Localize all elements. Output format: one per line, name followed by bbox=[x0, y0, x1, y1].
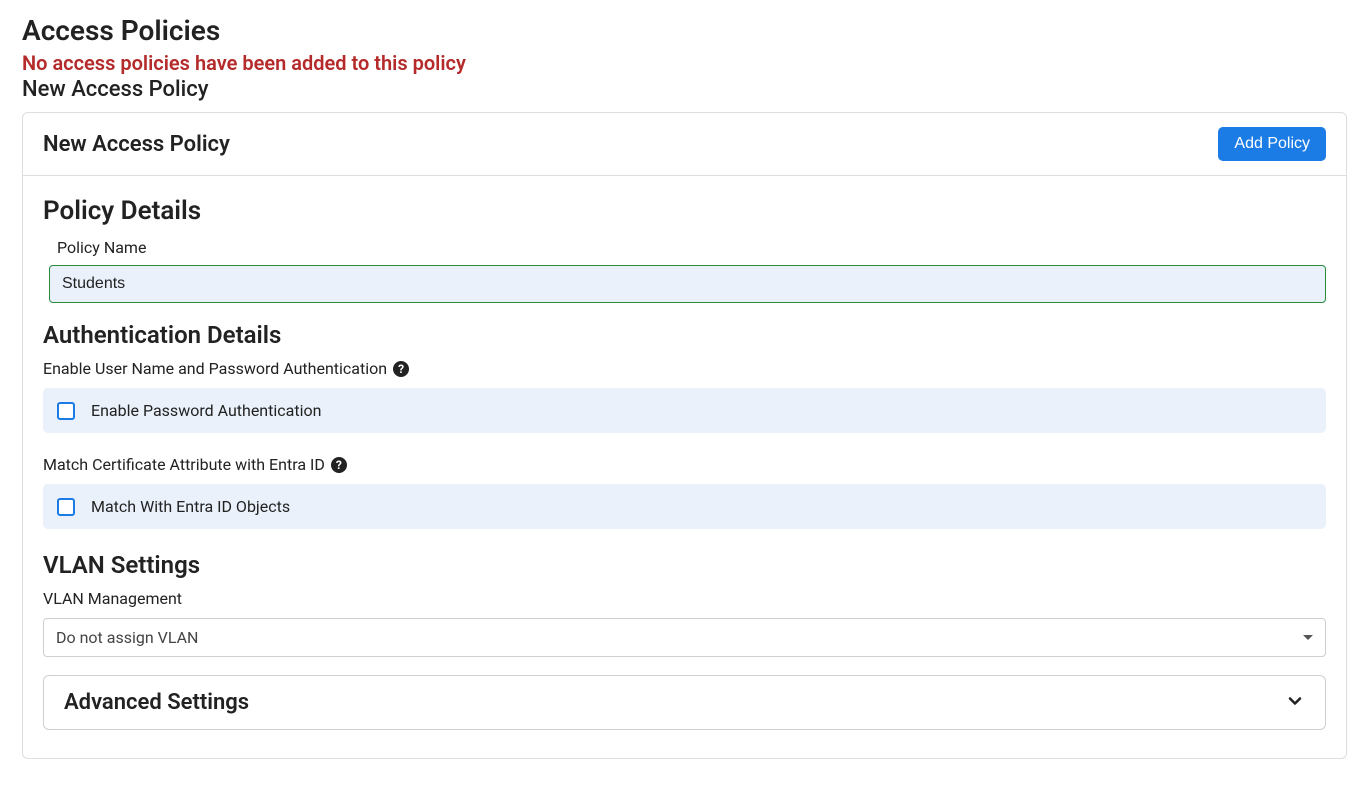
card-header: New Access Policy Add Policy bbox=[23, 113, 1346, 176]
vlan-management-label: VLAN Management bbox=[43, 589, 1326, 608]
match-entra-id-checkbox-label: Match With Entra ID Objects bbox=[91, 497, 290, 516]
enable-password-auth-checkbox[interactable] bbox=[57, 402, 75, 420]
match-cert-label: Match Certificate Attribute with Entra I… bbox=[43, 455, 1326, 474]
enable-password-auth-row: Enable Password Authentication bbox=[43, 388, 1326, 433]
card-body: Policy Details Policy Name Authenticatio… bbox=[23, 176, 1346, 758]
policy-name-input[interactable] bbox=[49, 265, 1326, 303]
card-header-title: New Access Policy bbox=[43, 132, 230, 157]
caret-down-icon bbox=[1303, 635, 1313, 640]
advanced-settings-toggle[interactable]: Advanced Settings bbox=[43, 675, 1326, 730]
match-entra-id-row: Match With Entra ID Objects bbox=[43, 484, 1326, 529]
vlan-management-value: Do not assign VLAN bbox=[56, 628, 198, 647]
page-subtitle: New Access Policy bbox=[22, 77, 1347, 102]
empty-policies-message: No access policies have been added to th… bbox=[22, 51, 1347, 75]
help-icon[interactable]: ? bbox=[331, 457, 347, 473]
chevron-down-icon bbox=[1285, 691, 1305, 715]
page-title: Access Policies bbox=[22, 14, 1347, 47]
add-policy-button[interactable]: Add Policy bbox=[1218, 127, 1326, 161]
policy-details-heading: Policy Details bbox=[43, 196, 1326, 226]
enable-password-auth-checkbox-label: Enable Password Authentication bbox=[91, 401, 321, 420]
vlan-settings-heading: VLAN Settings bbox=[43, 551, 1326, 579]
enable-auth-label-text: Enable User Name and Password Authentica… bbox=[43, 359, 387, 378]
policy-name-label: Policy Name bbox=[57, 238, 1326, 257]
auth-details-heading: Authentication Details bbox=[43, 321, 1326, 349]
vlan-management-select[interactable]: Do not assign VLAN bbox=[43, 618, 1326, 657]
match-cert-label-text: Match Certificate Attribute with Entra I… bbox=[43, 455, 325, 474]
new-access-policy-card: New Access Policy Add Policy Policy Deta… bbox=[22, 112, 1347, 759]
help-icon[interactable]: ? bbox=[393, 361, 409, 377]
enable-auth-label: Enable User Name and Password Authentica… bbox=[43, 359, 1326, 378]
match-entra-id-checkbox[interactable] bbox=[57, 498, 75, 516]
advanced-settings-title: Advanced Settings bbox=[64, 690, 249, 715]
